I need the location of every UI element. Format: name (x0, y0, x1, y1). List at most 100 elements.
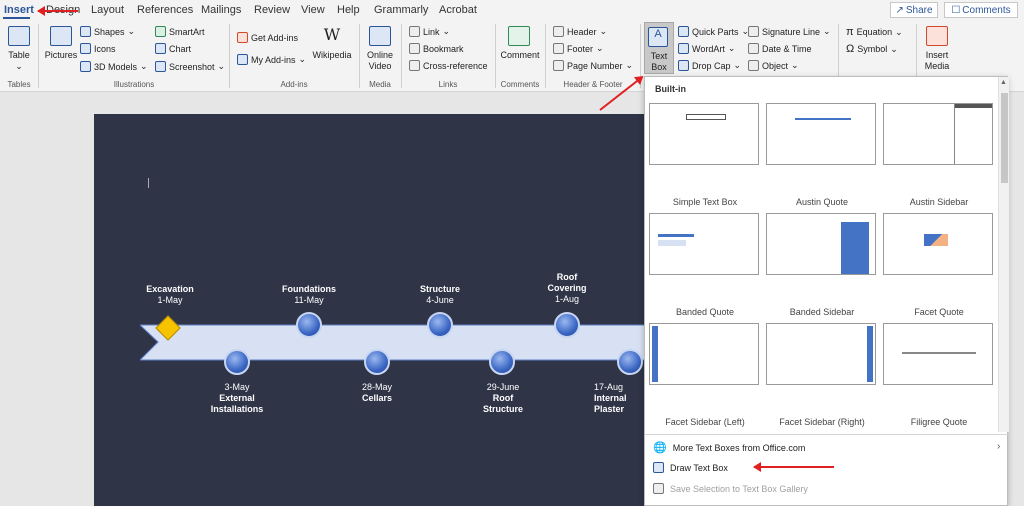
my-add-ins-button[interactable]: My Add-ins ⌄ (237, 54, 306, 65)
get-add-ins-button[interactable]: Get Add-ins (237, 32, 298, 43)
cross-reference-button[interactable]: Cross-reference (409, 60, 488, 71)
timeline-arrow-band (140, 324, 646, 361)
pictures-icon (50, 26, 72, 46)
signature-line-button[interactable]: Signature Line ⌄ (748, 26, 831, 37)
3d-models-icon (80, 61, 91, 72)
sidebar-preview (924, 234, 948, 246)
gallery-thumbnail[interactable] (649, 323, 759, 385)
save-gallery-icon (653, 483, 664, 494)
gallery-item-name: Austin Quote (795, 197, 849, 207)
table-button[interactable]: Table (2, 50, 36, 60)
footer-button[interactable]: Footer ⌄ (553, 43, 604, 54)
smartart-button[interactable]: SmartArt (155, 26, 205, 37)
milestone-date: 11-May (294, 295, 324, 305)
tab-review[interactable]: Review (254, 4, 290, 16)
icons-label: Icons (94, 43, 116, 54)
chevron-down-icon: ⌄ (625, 60, 634, 70)
tab-mailings[interactable]: Mailings (201, 4, 241, 16)
gallery-item-name: Austin Sidebar (909, 197, 969, 207)
screenshot-button[interactable]: Screenshot ⌄ (155, 61, 225, 72)
milestone-title: Foundations (282, 284, 336, 294)
chevron-down-icon: ⌄ (823, 26, 831, 36)
milestone-title: Roof (556, 272, 578, 282)
gallery-scrollbar[interactable]: ▲ (998, 77, 1009, 432)
gallery-thumbnail[interactable] (766, 213, 876, 275)
signature-label: Signature Line (762, 26, 821, 37)
gallery-item-name: Facet Sidebar (Right) (779, 417, 865, 427)
calendar-icon (748, 43, 759, 54)
icons-button[interactable]: Icons (80, 43, 116, 54)
3d-models-button[interactable]: 3D Models ⌄ (80, 61, 148, 72)
wordart-icon (678, 43, 689, 54)
milestone-date: 1-May (157, 295, 183, 305)
wikipedia-icon: W (323, 25, 341, 44)
gallery-thumbnail[interactable] (883, 213, 993, 275)
date-time-button[interactable]: Date & Time (748, 43, 812, 54)
share-button[interactable]: ↗ Share (890, 2, 938, 18)
equation-button[interactable]: π Equation ⌄ (846, 26, 903, 38)
page-number-icon (553, 60, 564, 71)
symbol-label: Symbol (857, 44, 888, 54)
tab-grammarly[interactable]: Grammarly (374, 4, 428, 16)
drop-cap-button[interactable]: Drop Cap ⌄ (678, 60, 741, 71)
quick-parts-button[interactable]: Quick Parts ⌄ (678, 26, 749, 37)
header-button[interactable]: Header ⌄ (553, 26, 607, 37)
cross-reference-label: Cross-reference (423, 60, 488, 71)
chevron-down-icon: ⌄ (140, 61, 148, 71)
symbol-button[interactable]: Ω Symbol ⌄ (846, 43, 898, 55)
shapes-button[interactable]: Shapes ⌄ (80, 26, 135, 37)
tab-view[interactable]: View (301, 4, 325, 16)
chart-label: Chart (169, 43, 192, 54)
chevron-down-icon: ⌄ (791, 60, 799, 70)
gallery-thumbnail[interactable] (883, 323, 993, 385)
comments-button[interactable]: ☐ Comments (944, 2, 1018, 18)
page-number-button[interactable]: Page Number ⌄ (553, 60, 633, 71)
wikipedia-button[interactable]: Wikipedia (310, 50, 354, 60)
tab-references[interactable]: References (137, 4, 193, 16)
milestone-label: 3-May External Installations (197, 382, 277, 415)
milestone-label: Structure 4-June (400, 284, 480, 306)
tab-acrobat[interactable]: Acrobat (439, 4, 477, 16)
annotation-arrow (38, 10, 78, 12)
smartart-icon (155, 26, 166, 37)
milestone-circle (554, 312, 580, 338)
gallery-divider (645, 434, 1009, 435)
pictures-button[interactable]: Pictures (42, 50, 80, 60)
chart-button[interactable]: Chart (155, 43, 191, 54)
milestone-title: External (219, 393, 255, 403)
tab-insert[interactable]: Insert (4, 4, 34, 16)
gallery-thumbnail[interactable] (883, 103, 993, 165)
milestone-circle (296, 312, 322, 338)
comment-button[interactable]: Comment (497, 50, 543, 60)
link-button[interactable]: Link ⌄ (409, 26, 450, 37)
gallery-thumbnail[interactable] (766, 103, 876, 165)
insert-media-line2[interactable]: Media (918, 61, 956, 71)
group-label-tables: Tables (7, 80, 31, 89)
insert-media-line1[interactable]: Insert (918, 50, 956, 60)
text-box-preview (686, 114, 726, 120)
draw-text-box-item[interactable]: Draw Text Box (653, 462, 728, 473)
ribbon-tab-bar: Insert Design Layout References Mailings… (0, 0, 1024, 20)
scroll-up-icon[interactable]: ▲ (1000, 79, 1007, 86)
milestone-title: Roof (492, 393, 514, 403)
tab-help[interactable]: Help (337, 4, 360, 16)
gallery-thumbnail[interactable] (766, 323, 876, 385)
object-icon (748, 60, 759, 71)
tab-layout[interactable]: Layout (91, 4, 124, 16)
online-video-line2[interactable]: Video (361, 61, 399, 71)
gallery-thumbnail[interactable] (649, 213, 759, 275)
wordart-button[interactable]: WordArt ⌄ (678, 43, 735, 54)
online-video-line1[interactable]: Online (361, 50, 399, 60)
drop-cap-icon (678, 60, 689, 71)
milestone-label: 28-May Cellars (337, 382, 417, 404)
object-button[interactable]: Object ⌄ (748, 60, 799, 71)
cross-reference-icon (409, 60, 420, 71)
text-box-icon: A (648, 27, 668, 47)
more-text-boxes-item[interactable]: 🌐 More Text Boxes from Office.com (653, 441, 805, 454)
milestone-circle (224, 349, 250, 375)
gallery-thumbnail[interactable] (649, 103, 759, 165)
bookmark-button[interactable]: Bookmark (409, 43, 464, 54)
scrollbar-thumb[interactable] (1001, 93, 1008, 183)
milestone-date: 28-May (361, 382, 392, 392)
chevron-down-icon: ⌄ (127, 26, 136, 36)
